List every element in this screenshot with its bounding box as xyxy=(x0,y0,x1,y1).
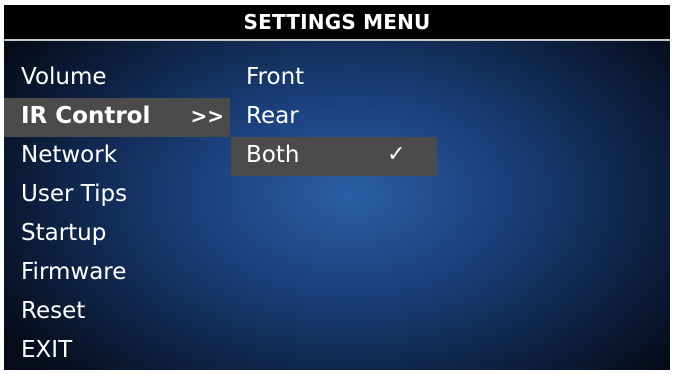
menu-item-label: IR Control xyxy=(21,103,151,129)
double-chevron-right-icon: >> xyxy=(190,104,224,128)
settings-screen: SETTINGS MENU Volume IR Control >> Netwo… xyxy=(4,5,670,370)
menu-item-label: Network xyxy=(21,142,118,168)
menu-item-label: User Tips xyxy=(21,181,128,207)
menu-item-volume[interactable]: Volume xyxy=(4,59,236,98)
submenu-item-rear[interactable]: Rear xyxy=(231,98,437,137)
menu-item-exit[interactable]: EXIT xyxy=(4,332,236,370)
menu-item-firmware[interactable]: Firmware xyxy=(4,254,236,293)
menu-item-label: Startup xyxy=(21,220,107,246)
check-icon: ✓ xyxy=(387,142,406,167)
menu-item-label: Firmware xyxy=(21,259,127,285)
menu-item-reset[interactable]: Reset xyxy=(4,293,236,332)
menu-item-ir-control[interactable]: IR Control >> xyxy=(4,98,230,137)
menu-item-label: Reset xyxy=(21,298,86,324)
submenu-item-label: Front xyxy=(246,64,305,90)
page-title: SETTINGS MENU xyxy=(4,5,670,41)
submenu-item-front[interactable]: Front xyxy=(231,59,437,98)
ir-control-submenu: Front Rear Both ✓ xyxy=(231,59,437,176)
menu-item-network[interactable]: Network xyxy=(4,137,236,176)
main-menu: Volume IR Control >> Network User Tips S… xyxy=(4,59,236,370)
submenu-item-label: Both xyxy=(246,142,300,168)
menu-item-label: EXIT xyxy=(21,337,73,363)
submenu-item-label: Rear xyxy=(246,103,299,129)
menu-item-label: Volume xyxy=(21,64,107,90)
menu-item-startup[interactable]: Startup xyxy=(4,215,236,254)
menu-item-user-tips[interactable]: User Tips xyxy=(4,176,236,215)
submenu-item-both[interactable]: Both ✓ xyxy=(231,137,437,176)
